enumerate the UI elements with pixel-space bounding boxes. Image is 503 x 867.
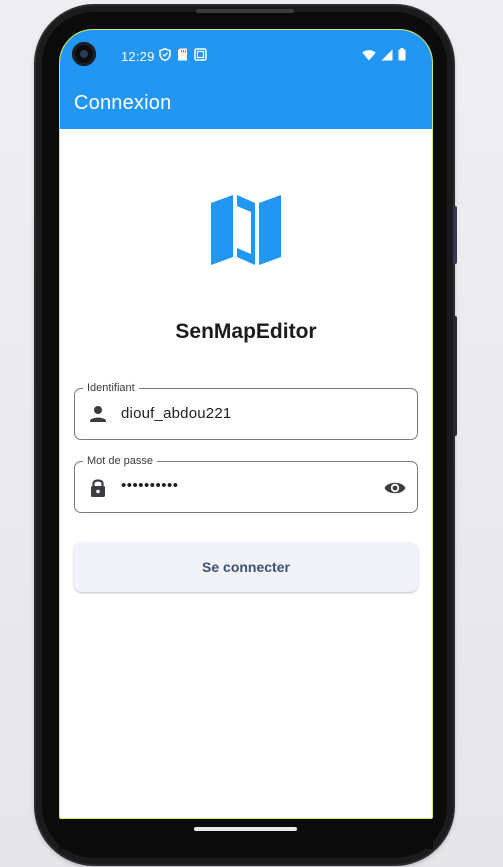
navigation-bar <box>59 819 433 849</box>
password-field[interactable]: Mot de passe •••••••••• <box>74 454 418 513</box>
app-bar: Connexion <box>60 82 432 129</box>
username-label: Identifiant <box>83 381 139 395</box>
cell-signal-icon <box>381 48 393 66</box>
wifi-icon <box>362 48 376 66</box>
home-indicator[interactable] <box>194 827 297 831</box>
lock-icon <box>88 477 108 497</box>
screenshot-icon <box>194 48 207 66</box>
earpiece <box>196 9 294 13</box>
volume-button <box>453 206 457 264</box>
username-field[interactable]: Identifiant diouf_abdou221 <box>74 381 418 440</box>
stage: 12:29 Connexion SenMapEditor Identifiant… <box>0 0 503 867</box>
status-bar: 12:29 <box>60 30 432 82</box>
app-name: SenMapEditor <box>175 320 317 343</box>
power-button <box>453 316 457 436</box>
front-camera <box>72 42 96 66</box>
status-icons-right <box>362 48 406 66</box>
password-input[interactable]: •••••••••• <box>121 477 179 494</box>
eye-icon[interactable] <box>383 477 407 499</box>
password-label: Mot de passe <box>83 454 158 468</box>
person-icon <box>88 404 108 424</box>
status-time: 12:29 <box>121 49 155 64</box>
login-button[interactable]: Se connecter <box>74 542 418 592</box>
page-title: Connexion <box>74 92 172 114</box>
battery-icon <box>398 48 406 66</box>
username-input[interactable]: diouf_abdou221 <box>121 405 231 422</box>
map-icon <box>209 193 283 267</box>
sd-card-icon <box>177 48 188 66</box>
status-icons-left <box>159 48 207 66</box>
app-screen: 12:29 Connexion SenMapEditor Identifiant… <box>59 29 433 819</box>
shield-icon <box>159 48 171 66</box>
